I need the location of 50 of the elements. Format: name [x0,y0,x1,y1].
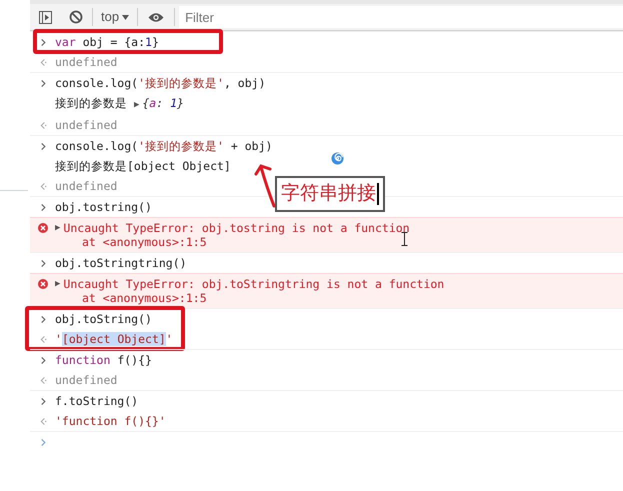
return-value: '[object Object]' [55,332,173,346]
prompt-chevron-icon [40,314,46,324]
return-value: undefined [55,179,118,193]
log-output: 接到的参数是 ▶ {a: 1} [55,96,184,112]
prompt-chevron-icon [40,438,46,446]
command-text: f.toString() [55,394,138,408]
command-text: function f(){} [55,353,152,367]
return-arrow-icon [40,58,46,66]
caret-icon [122,14,130,20]
return-arrow-icon [40,120,46,130]
command-text: obj.toString() [55,312,152,326]
context-selector[interactable]: top [93,7,138,27]
arrow-annotation [254,164,276,208]
command-text: obj.toStringtring() [55,256,187,270]
command-text: obj.tostring() [55,200,152,214]
return-value: 'function f(){}' [55,414,166,428]
return-arrow-icon [40,416,46,426]
prompt-chevron-icon [40,142,46,150]
spinner-icon [331,152,344,165]
callout-text: 字符串拼接 [281,182,376,206]
error-message: Uncaught TypeError: obj.toStringtring is not a function [63,277,444,291]
prompt-chevron-icon [40,202,46,212]
command-text: console.log('接到的参数是' + obj) [55,139,272,153]
expand-toggle[interactable]: ▶ [55,277,60,291]
prompt-chevron-icon [40,78,46,88]
prompt-chevron-icon [40,356,46,364]
error-message: Uncaught TypeError: obj.tostring is not a function [63,221,410,235]
text-cursor [377,183,379,205]
command-text: console.log('接到的参数是', obj) [55,76,266,90]
prompt-chevron-icon [40,38,46,46]
return-arrow-icon [40,376,46,384]
return-value: undefined [55,373,118,387]
command-text: var obj = {a:1} [55,35,159,49]
error-icon [38,279,48,289]
error-stack: at <anonymous>:1:5 [81,291,207,305]
return-arrow-icon [40,334,46,344]
error-stack: at <anonymous>:1:5 [81,235,207,249]
filter-field[interactable]: Filter [179,6,623,28]
expand-toggle[interactable]: ▶ [55,221,60,235]
prompt-chevron-icon [40,258,46,268]
sidebar-toggle-icon[interactable] [39,10,52,24]
return-value: undefined [55,55,118,69]
return-value: undefined [55,118,118,132]
text-cursor-icon [401,232,408,246]
log-output: 接到的参数是[object Object] [55,159,231,173]
error-icon [38,223,48,233]
prompt-chevron-icon [40,396,46,406]
clear-console-icon[interactable] [69,10,83,24]
eye-icon[interactable] [148,12,164,22]
return-arrow-icon [40,182,46,190]
